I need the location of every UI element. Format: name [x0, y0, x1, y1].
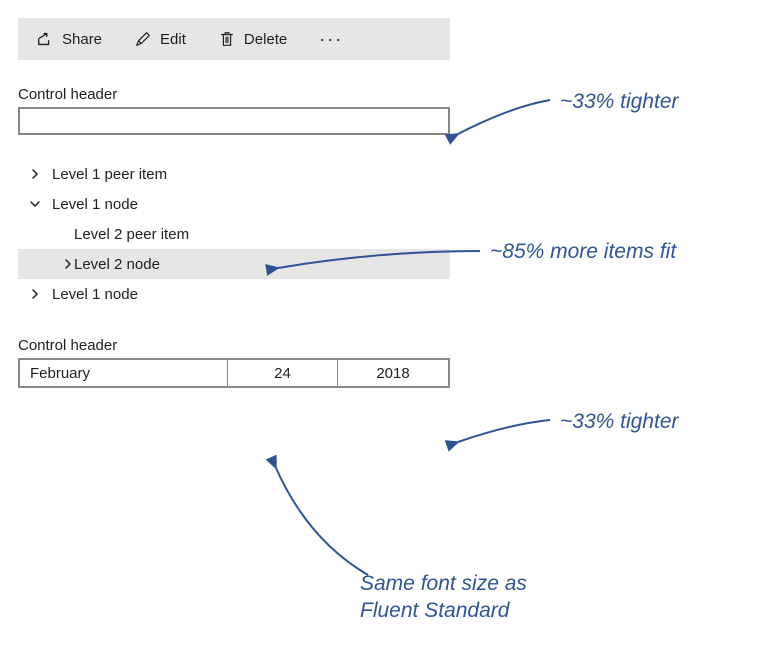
- text-input[interactable]: [18, 107, 450, 135]
- textbox-section: Control header: [18, 86, 450, 135]
- date-year[interactable]: 2018: [338, 360, 448, 386]
- date-day[interactable]: 24: [228, 360, 338, 386]
- datepicker-label: Control header: [18, 337, 450, 354]
- share-button[interactable]: Share: [22, 18, 116, 60]
- arrow-icon: [450, 92, 560, 146]
- tree-item-l1-node-expanded[interactable]: Level 1 node: [18, 189, 450, 219]
- overflow-button[interactable]: ···: [305, 29, 357, 50]
- annotation-fontsize: Same font size as Fluent Standard: [360, 570, 590, 625]
- tree-label: Level 1 node: [52, 286, 450, 303]
- tree-label: Level 1 peer item: [52, 166, 450, 183]
- annotation-tighter-2: ~33% tighter: [560, 408, 679, 435]
- chevron-right-icon: [18, 288, 52, 300]
- date-picker[interactable]: February 24 2018: [18, 358, 450, 388]
- command-bar: Share Edit Delete ···: [18, 18, 450, 60]
- chevron-right-icon: [18, 168, 52, 180]
- pencil-icon: [134, 30, 152, 48]
- arrow-icon: [450, 412, 560, 456]
- date-month[interactable]: February: [20, 360, 228, 386]
- chevron-right-icon: [40, 258, 74, 270]
- tree-item-l2-node[interactable]: Level 2 node: [18, 249, 450, 279]
- tree-label: Level 2 node: [74, 256, 450, 273]
- delete-label: Delete: [244, 31, 287, 48]
- tree-label: Level 2 peer item: [74, 226, 450, 243]
- tree-item-l2-peer[interactable]: Level 2 peer item: [18, 219, 450, 249]
- tree-item-l1-peer[interactable]: Level 1 peer item: [18, 159, 450, 189]
- delete-button[interactable]: Delete: [204, 18, 301, 60]
- edit-label: Edit: [160, 31, 186, 48]
- edit-button[interactable]: Edit: [120, 18, 200, 60]
- datepicker-section: Control header February 24 2018: [18, 337, 450, 388]
- share-icon: [36, 30, 54, 48]
- tree-label: Level 1 node: [52, 196, 450, 213]
- more-icon: ···: [319, 29, 343, 49]
- trash-icon: [218, 30, 236, 48]
- chevron-down-icon: [18, 198, 52, 210]
- annotation-tighter-1: ~33% tighter: [560, 88, 679, 115]
- arrow-icon: [268, 460, 388, 584]
- textbox-label: Control header: [18, 86, 450, 103]
- tree-item-l1-node[interactable]: Level 1 node: [18, 279, 450, 309]
- share-label: Share: [62, 31, 102, 48]
- tree-view: Level 1 peer item Level 1 node Level 2 p…: [18, 159, 450, 309]
- annotation-moreitems: ~85% more items fit: [490, 238, 676, 265]
